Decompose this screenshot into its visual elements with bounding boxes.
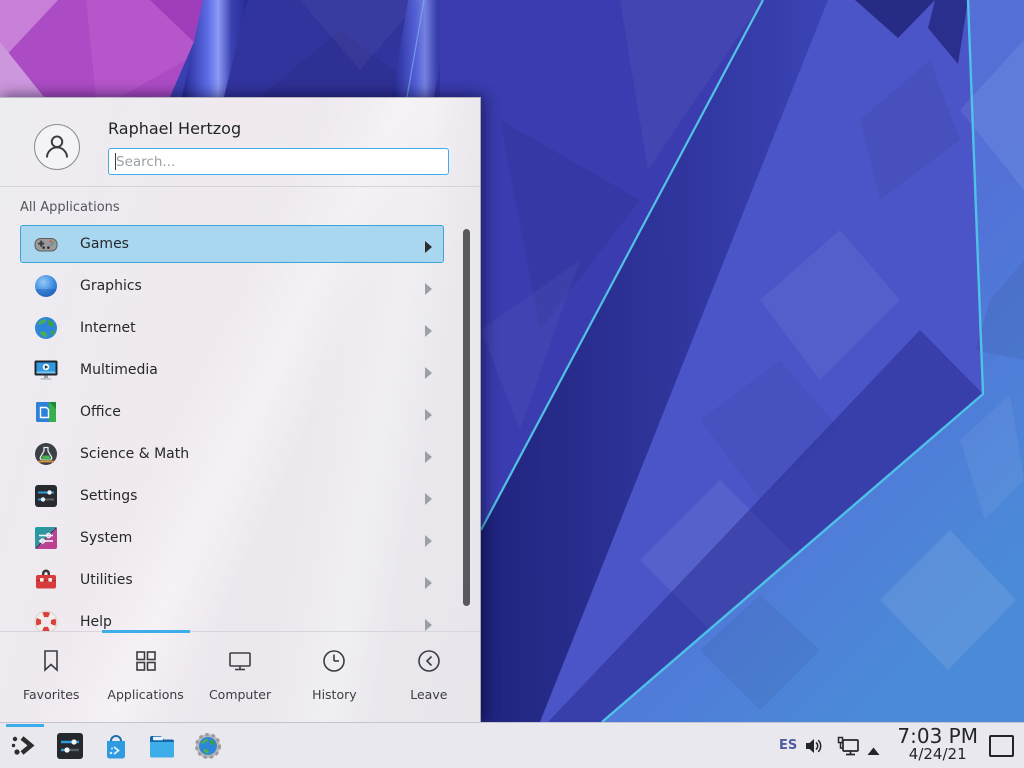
gamepad-icon [32, 230, 60, 258]
category-label: Science & Math [80, 446, 189, 462]
tab-history[interactable]: History [287, 632, 381, 723]
science-icon [32, 440, 60, 468]
list-scrollbar[interactable] [463, 229, 470, 606]
tab-leave[interactable]: Leave [382, 632, 476, 723]
category-label: Internet [80, 320, 136, 336]
chevron-right-icon [424, 238, 433, 250]
caret-up-icon[interactable] [866, 741, 881, 760]
grid-icon [132, 647, 160, 679]
tab-applications[interactable]: Applications [98, 632, 192, 723]
category-utilities[interactable]: Utilities [20, 561, 444, 599]
keyboard-layout-indicator[interactable]: ES [779, 738, 797, 753]
category-games[interactable]: Games [20, 225, 444, 263]
menu-tab-bar: Favorites Applications Computer [0, 631, 480, 723]
chevron-right-icon [424, 574, 433, 586]
category-internet[interactable]: Internet [20, 309, 444, 347]
chevron-right-icon [424, 406, 433, 418]
category-label: Utilities [80, 572, 133, 588]
category-label: Help [80, 614, 112, 630]
chevron-right-icon [424, 532, 433, 544]
user-avatar[interactable] [34, 124, 80, 170]
volume-icon[interactable] [804, 736, 824, 760]
category-label: Settings [80, 488, 137, 504]
folder-icon-button[interactable] [146, 730, 178, 762]
kde-launcher-icon [8, 730, 40, 762]
system-icon [32, 524, 60, 552]
taskbar-panel: ES 7:03 PM 4/24/21 [0, 722, 1024, 768]
show-desktop-button[interactable] [989, 735, 1014, 757]
web-browser-button[interactable] [192, 730, 224, 762]
header-divider [0, 186, 480, 187]
category-label: Office [80, 404, 121, 420]
search-input[interactable] [108, 148, 449, 175]
active-tab-indicator [102, 630, 190, 633]
category-label: Graphics [80, 278, 142, 294]
category-system[interactable]: System [20, 519, 444, 557]
sphere-icon [32, 272, 60, 300]
chevron-right-icon [424, 280, 433, 292]
clock-time: 7:03 PM [897, 726, 978, 747]
category-list: Games Graphics [0, 225, 480, 631]
system-settings-button[interactable] [54, 730, 86, 762]
monitor-icon [226, 647, 254, 679]
category-science-math[interactable]: Science & Math [20, 435, 444, 473]
globe-icon [32, 314, 60, 342]
clock-icon [320, 647, 348, 679]
chevron-right-icon [424, 322, 433, 334]
bookmark-icon [37, 647, 65, 679]
digital-clock[interactable]: 7:03 PM 4/24/21 [897, 726, 978, 763]
category-help[interactable]: Help [20, 603, 444, 631]
clock-date: 4/24/21 [897, 747, 978, 763]
user-name: Raphael Hertzog [108, 119, 241, 138]
folder-icon [146, 730, 178, 762]
tab-favorites[interactable]: Favorites [4, 632, 98, 723]
application-launcher-menu: Raphael Hertzog All Applications Games [0, 97, 481, 722]
office-icon [32, 398, 60, 426]
tab-computer[interactable]: Computer [193, 632, 287, 723]
globe-gear-icon [192, 730, 224, 762]
lifebuoy-icon [32, 608, 60, 631]
chevron-right-icon [424, 364, 433, 376]
search-field-wrap [108, 148, 449, 175]
discover-button[interactable] [100, 730, 132, 762]
shopping-bag-icon [100, 730, 132, 762]
category-label: Multimedia [80, 362, 158, 378]
category-office[interactable]: Office [20, 393, 444, 431]
category-label: Games [80, 236, 129, 252]
network-icon[interactable] [836, 735, 860, 762]
application-launcher-button[interactable] [8, 730, 40, 762]
category-settings[interactable]: Settings [20, 477, 444, 515]
category-multimedia[interactable]: Multimedia [20, 351, 444, 389]
category-label: System [80, 530, 132, 546]
leave-circle-icon [415, 647, 443, 679]
chevron-right-icon [424, 448, 433, 460]
chevron-right-icon [424, 490, 433, 502]
sliders-icon [54, 730, 86, 762]
category-graphics[interactable]: Graphics [20, 267, 444, 305]
multimedia-icon [32, 356, 60, 384]
utilities-icon [32, 566, 60, 594]
section-label: All Applications [20, 200, 120, 215]
settings-icon [32, 482, 60, 510]
chevron-right-icon [424, 616, 433, 628]
text-cursor [115, 153, 116, 170]
launcher-active-indicator [6, 724, 44, 727]
